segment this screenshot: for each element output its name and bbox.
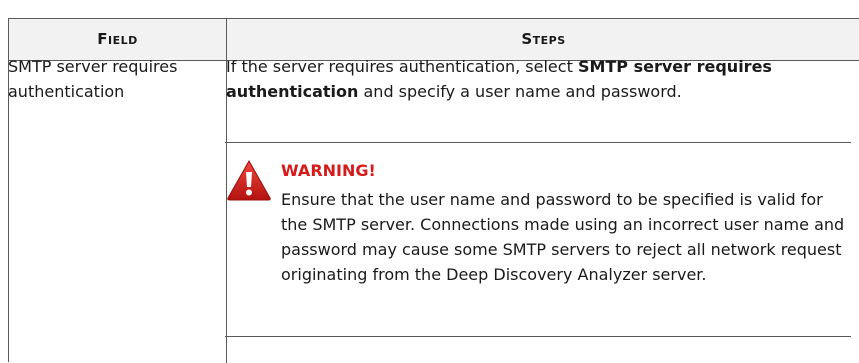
warning-body: Ensure that the user name and password t… — [281, 190, 845, 284]
warning-triangle-icon — [227, 159, 271, 201]
steps-intro-continued: and specify a user name and password. — [358, 82, 682, 101]
field-cell: SMTP server requires authentication — [8, 57, 178, 101]
warning-top-rule — [225, 142, 851, 143]
warning-title: WARNING! — [281, 161, 376, 180]
steps-intro-text: If the server requires authentication, s… — [226, 57, 578, 76]
warning-bottom-rule — [225, 336, 851, 337]
steps-cell-text: If the server requires authentication, s… — [226, 54, 850, 104]
